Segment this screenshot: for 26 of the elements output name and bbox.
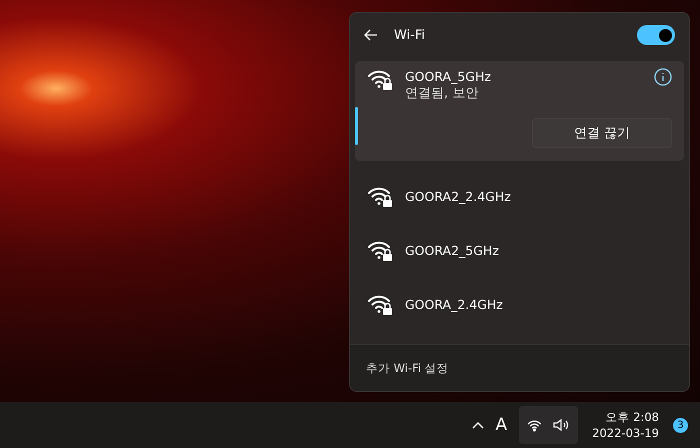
wifi-toggle[interactable] <box>637 25 675 45</box>
back-arrow-icon[interactable] <box>364 29 378 41</box>
network-name: GOORA_2.4GHz <box>405 296 503 312</box>
connected-network-card[interactable]: GOORA_5GHz 연결됨, 보안 연결 끊기 <box>355 61 684 161</box>
notification-badge[interactable]: 3 <box>673 418 688 432</box>
network-name: GOORA2_2.4GHz <box>405 188 511 204</box>
speaker-icon <box>553 418 570 432</box>
network-name: GOORA2_5GHz <box>405 242 499 258</box>
date-text: 2022-03-19 <box>592 425 659 441</box>
info-icon[interactable] <box>654 68 672 86</box>
network-item[interactable]: GOORA2_5GHz <box>350 223 689 277</box>
wifi-icon <box>527 418 544 432</box>
panel-title: Wi-Fi <box>394 28 426 42</box>
network-item[interactable]: GOORA_2.4GHz <box>350 277 689 331</box>
disconnect-button[interactable]: 연결 끊기 <box>532 118 672 148</box>
clock[interactable]: 오후 2:08 2022-03-19 <box>586 409 665 441</box>
network-name: GOORA_5GHz <box>405 68 492 85</box>
selection-indicator <box>355 107 358 145</box>
network-volume-button[interactable] <box>519 406 578 444</box>
connection-status: 연결됨, 보안 <box>405 85 480 103</box>
wifi-lock-icon <box>367 68 393 90</box>
time-text: 오후 2:08 <box>606 409 659 425</box>
chevron-up-icon[interactable] <box>472 421 484 429</box>
input-method-indicator[interactable]: A <box>496 415 508 435</box>
network-item[interactable]: GOORA2_2.4GHz <box>350 169 689 223</box>
more-wifi-settings-link[interactable]: 추가 Wi-Fi 설정 <box>366 360 449 376</box>
